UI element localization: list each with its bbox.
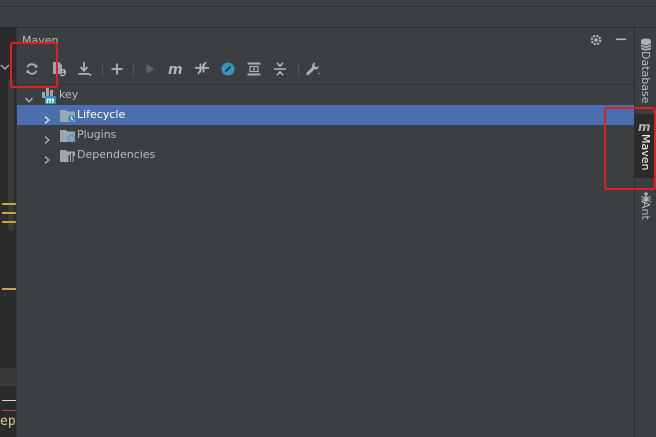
chevron-down-icon[interactable]: [24, 90, 34, 103]
warning-marker: [2, 203, 16, 205]
maven-toolbar: m: [17, 54, 634, 85]
gear-icon[interactable]: [588, 33, 604, 49]
run-icon[interactable]: [140, 59, 160, 79]
wrench-icon[interactable]: [303, 59, 323, 79]
editor-band: [0, 368, 16, 386]
sidebar-tab-label: Maven: [639, 134, 652, 171]
top-strip: [0, 0, 656, 28]
tree-item-label: Plugins: [77, 128, 117, 141]
warning-marker: [2, 288, 16, 290]
warning-marker: [2, 212, 16, 214]
panel-header: Maven: [17, 28, 634, 53]
toolbar-separator: [102, 63, 103, 77]
tree-item-plugins[interactable]: Plugins: [17, 125, 634, 145]
tree-item-lifecycle[interactable]: Lifecycle: [17, 105, 634, 125]
diagram-icon[interactable]: [244, 59, 264, 79]
editor-error-line: [2, 410, 16, 411]
maven-tool-window: Maven m m key Lifecycle Plugins Dependen…: [17, 28, 634, 437]
editor-partial-text: ep: [0, 414, 16, 429]
plus-icon[interactable]: [107, 59, 127, 79]
minimize-icon[interactable]: [613, 33, 629, 49]
lifecycle-folder-icon: [60, 108, 76, 122]
panel-title: Maven: [22, 34, 59, 47]
toolbar-separator: [298, 63, 299, 77]
tree-item-dependencies[interactable]: Dependencies: [17, 145, 634, 165]
sidebar-tab-label: Ant: [639, 201, 652, 220]
maven-m-icon[interactable]: m: [166, 59, 186, 79]
right-tool-window-bar: Database m Maven Ant: [634, 28, 656, 437]
chevron-right-icon[interactable]: [42, 130, 52, 145]
editor-gutter: ep: [0, 28, 17, 437]
chevron-right-icon[interactable]: [42, 110, 52, 125]
sidebar-tab-label: Database: [639, 51, 652, 104]
tree-item-label: Lifecycle: [77, 108, 126, 121]
maven-projects-tree: m key Lifecycle Plugins Dependencies: [17, 85, 634, 437]
svg-text:m: m: [168, 62, 183, 76]
collapse-all-icon[interactable]: [270, 59, 290, 79]
sidebar-tab-ant[interactable]: Ant: [635, 186, 656, 226]
sync-icon[interactable]: [22, 59, 42, 79]
chevron-down-icon[interactable]: [0, 62, 10, 72]
warning-marker: [2, 221, 16, 223]
skip-tests-icon[interactable]: [218, 59, 238, 79]
download-icon[interactable]: [75, 59, 95, 79]
tree-item-label: Dependencies: [77, 148, 156, 161]
sidebar-tab-database[interactable]: Database: [635, 34, 656, 104]
tree-root-row[interactable]: m key: [17, 85, 634, 105]
svg-text:m: m: [638, 120, 651, 133]
sidebar-tab-maven[interactable]: m Maven: [635, 114, 656, 178]
plugins-folder-icon: [60, 128, 76, 143]
offline-icon[interactable]: [192, 59, 212, 79]
chevron-right-icon[interactable]: [42, 150, 52, 165]
toolbar-separator: [133, 63, 134, 77]
dependencies-folder-icon: [60, 148, 76, 162]
generate-sources-icon[interactable]: [49, 59, 69, 79]
editor-scrollbar[interactable]: [8, 80, 14, 230]
tree-root-label: key: [59, 88, 79, 101]
svg-text:m: m: [46, 96, 54, 104]
maven-module-icon: m: [42, 88, 58, 105]
editor-divider: [2, 400, 16, 401]
